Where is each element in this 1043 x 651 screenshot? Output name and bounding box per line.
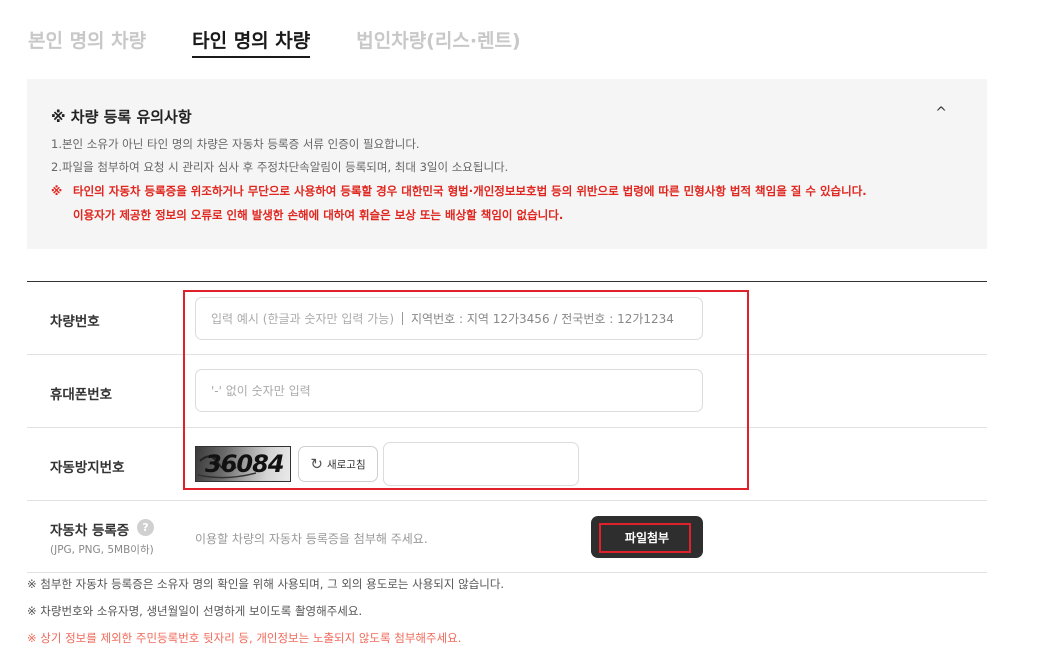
registration-label: 자동차 등록증 <box>50 523 130 539</box>
footnote-usage: ※ 첨부한 자동차 등록증은 소유자 명의 확인을 위해 사용되며, 그 외의 … <box>27 577 505 591</box>
registration-notice-panel: ※ 차량 등록 유의사항 ^ 1.본인 소유가 아닌 타인 명의 차량은 자동차… <box>27 79 987 249</box>
row-divider <box>27 354 987 355</box>
vehicle-number-label: 차량번호 <box>50 314 100 330</box>
captcha-refresh-button[interactable]: ↻ 새로고침 <box>298 446 378 482</box>
notice-title: ※ 차량 등록 유의사항 <box>51 108 192 126</box>
captcha-text: 36084 <box>205 450 284 478</box>
row-divider <box>27 500 987 501</box>
refresh-label: 새로고침 <box>326 458 366 471</box>
warning-text-1: 타인의 자동차 등록증을 위조하거나 무단으로 사용하여 등록할 경우 대한민국… <box>73 184 867 198</box>
notice-line-2: 2.파일을 첨부하여 요청 시 관리자 심사 후 주정차단속알림이 등록되며, … <box>51 160 509 174</box>
phone-number-label: 휴대폰번호 <box>50 387 113 403</box>
captcha-image: 36084 <box>195 446 291 482</box>
phone-number-placeholder: '-' 없이 숫자만 입력 <box>211 384 311 398</box>
refresh-icon: ↻ <box>310 455 323 473</box>
file-attach-button[interactable]: 파일첨부 <box>591 516 703 558</box>
registration-attach-hint: 이용할 차량의 자동차 등록증을 첨부해 주세요. <box>195 532 428 546</box>
warning-text-2: 이용자가 제공한 정보의 오류로 인해 발생한 손해에 대하여 휘슬은 보상 또… <box>73 208 564 222</box>
vehicle-owner-tabs: 본인 명의 차량 타인 명의 차량 법인차량(리스·렌트) <box>28 26 567 58</box>
form-top-divider <box>27 281 987 282</box>
tab-corporate-vehicle[interactable]: 법인차량(리스·렌트) <box>356 26 520 58</box>
notice-warning-line-1: ※ 타인의 자동차 등록증을 위조하거나 무단으로 사용하여 등록할 경우 대한민… <box>51 183 867 199</box>
notice-line-1: 1.본인 소유가 아닌 타인 명의 차량은 자동차 등록증 서류 인증이 필요합… <box>51 137 420 151</box>
warning-mark: ※ <box>51 184 63 198</box>
row-divider <box>27 572 987 573</box>
vehicle-number-format-hint: 지역번호 : 지역 12가3456 / 전국번호 : 12가1234 <box>411 312 674 326</box>
captcha-label: 자동방지번호 <box>50 460 125 476</box>
help-question-icon[interactable]: ? <box>137 519 154 536</box>
row-divider <box>27 427 987 428</box>
tab-other-owner-vehicle[interactable]: 타인 명의 차량 <box>192 26 311 58</box>
vehicle-number-placeholder: 입력 예시 (한글과 숫자만 입력 가능) <box>211 312 394 326</box>
notice-warning-line-2: 이용자가 제공한 정보의 오류로 인해 발생한 손해에 대하여 휘슬은 보상 또… <box>51 207 563 223</box>
registration-file-constraints: (JPG, PNG, 5MB이하) <box>50 544 154 556</box>
phone-number-input[interactable]: '-' 없이 숫자만 입력 <box>195 369 703 412</box>
footnote-privacy-warning: ※ 상기 정보를 제외한 주민등록번호 뒷자리 등, 개인정보는 노출되지 않도… <box>27 631 462 645</box>
footnote-photo-guide: ※ 차량번호와 소유자명, 생년월일이 선명하게 보이도록 촬영해주세요. <box>27 604 363 618</box>
collapse-chevron-up-icon[interactable]: ^ <box>935 105 947 121</box>
vehicle-number-input[interactable]: 입력 예시 (한글과 숫자만 입력 가능) 지역번호 : 지역 12가3456 … <box>195 297 703 340</box>
placeholder-separator <box>402 312 403 325</box>
captcha-input[interactable] <box>383 442 579 486</box>
tab-own-vehicle[interactable]: 본인 명의 차량 <box>28 26 146 58</box>
